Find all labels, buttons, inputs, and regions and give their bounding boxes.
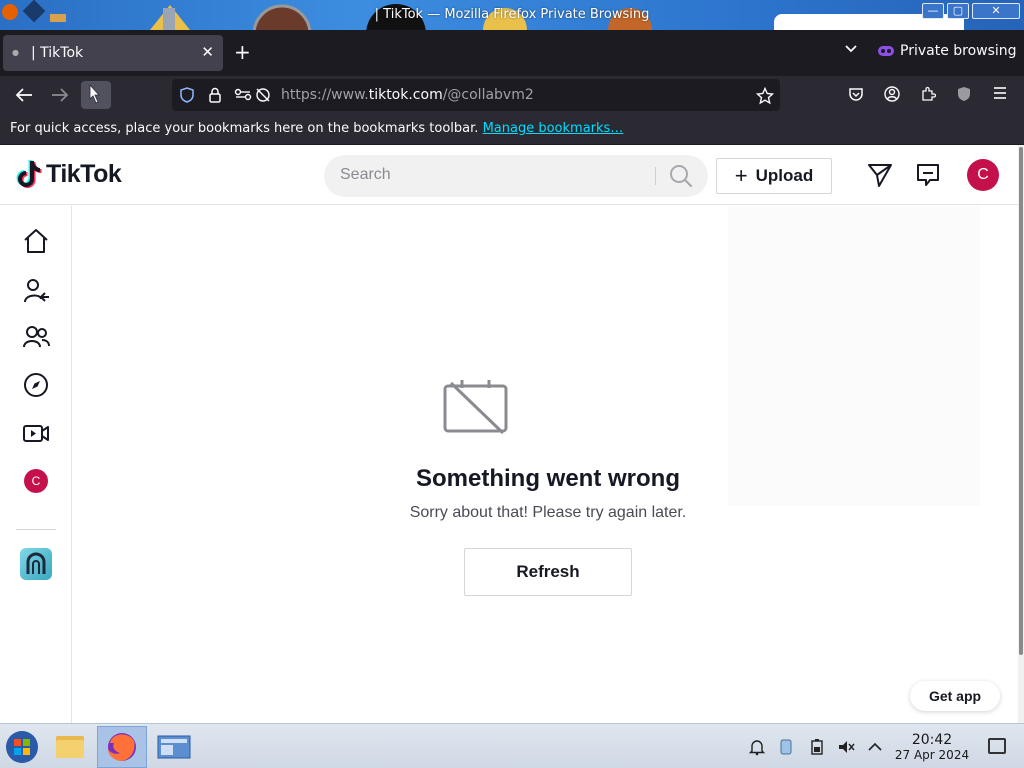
clock-date: 27 Apr 2024 xyxy=(894,748,970,762)
search-icon[interactable] xyxy=(668,163,694,189)
home-icon[interactable] xyxy=(22,227,50,255)
error-title: Something went wrong xyxy=(416,465,680,492)
url-bar[interactable]: https://www.tiktok.com/@collabvm2 xyxy=(172,79,780,111)
bookmarks-toolbar: For quick access, place your bookmarks h… xyxy=(0,114,1024,144)
error-subtitle: Sorry about that! Please try again later… xyxy=(409,504,687,521)
search-box xyxy=(324,155,708,197)
friends-icon[interactable] xyxy=(22,323,50,351)
upload-label: Upload xyxy=(755,166,814,185)
tab-favicon-icon: ● xyxy=(12,48,19,57)
ublock-icon[interactable] xyxy=(956,86,972,102)
chevron-up-icon[interactable] xyxy=(866,738,884,756)
bookmarks-hint: For quick access, place your bookmarks h… xyxy=(10,121,479,136)
chevron-down-icon[interactable] xyxy=(844,44,858,54)
close-icon[interactable]: ✕ xyxy=(201,43,214,61)
private-mask-icon xyxy=(878,46,894,56)
shield-icon[interactable] xyxy=(180,87,194,103)
inbox-icon[interactable] xyxy=(914,161,942,189)
tiktok-note-icon xyxy=(16,160,42,188)
plus-icon: + xyxy=(734,163,748,188)
arch-icon xyxy=(26,552,46,574)
video-camera-icon[interactable] xyxy=(22,419,50,447)
window-minimize-button[interactable]: — xyxy=(922,3,944,19)
url-host: tiktok.com xyxy=(368,87,443,103)
system-clock[interactable]: 20:42 27 Apr 2024 xyxy=(890,732,974,762)
extensions-icon[interactable] xyxy=(920,86,936,102)
forward-arrow-icon[interactable] xyxy=(48,84,72,106)
tiktok-header: TikTok + Upload C xyxy=(0,145,1018,205)
clipboard-tray-icon[interactable] xyxy=(777,738,795,756)
account-icon[interactable] xyxy=(884,86,900,102)
background-panel xyxy=(728,206,980,506)
new-tab-button[interactable]: + xyxy=(234,42,251,62)
firefox-taskbar-button[interactable] xyxy=(97,726,147,768)
live-studio-icon[interactable] xyxy=(20,548,52,580)
send-message-icon[interactable] xyxy=(866,161,894,189)
url-text[interactable]: https://www.tiktok.com/@collabvm2 xyxy=(281,87,534,103)
file-manager-icon[interactable] xyxy=(46,726,94,768)
window-maximize-button[interactable]: ▢ xyxy=(947,3,969,19)
tiktok-logo-text: TikTok xyxy=(46,159,122,188)
notification-bell-icon[interactable] xyxy=(748,738,766,756)
private-browsing-label: Private browsing xyxy=(900,43,1017,59)
control-panel-icon[interactable] xyxy=(150,726,198,768)
pocket-icon[interactable] xyxy=(848,86,864,102)
tab-strip: ● | TikTok ✕ + Private browsing xyxy=(0,30,1024,76)
navigation-toolbar: https://www.tiktok.com/@collabvm2 xyxy=(0,76,1024,114)
permissions-icon[interactable] xyxy=(234,87,252,101)
back-arrow-icon[interactable] xyxy=(12,84,36,106)
tiktok-logo[interactable]: TikTok xyxy=(16,159,122,189)
reload-icon xyxy=(89,83,100,104)
os-title-bar: | TikTok — Mozilla Firefox Private Brows… xyxy=(0,0,1024,30)
sidebar-profile-avatar[interactable]: C xyxy=(24,469,48,493)
tab-label: | TikTok xyxy=(31,45,84,61)
battery-icon[interactable] xyxy=(808,738,826,756)
os-taskbar: 20:42 27 Apr 2024 xyxy=(0,723,1024,768)
menu-hamburger-icon[interactable] xyxy=(992,86,1008,100)
web-page: TikTok + Upload C xyxy=(0,145,1018,723)
sidebar-divider xyxy=(16,529,56,530)
profile-avatar[interactable]: C xyxy=(967,159,999,191)
manage-bookmarks-link[interactable]: Manage bookmarks… xyxy=(483,121,624,136)
window-close-button[interactable]: ✕ xyxy=(972,3,1020,19)
show-desktop-icon[interactable] xyxy=(988,738,1006,754)
search-divider xyxy=(655,167,656,185)
compass-icon[interactable] xyxy=(22,371,50,399)
firefox-icon xyxy=(108,733,136,761)
lock-icon[interactable] xyxy=(208,87,222,103)
broken-media-icon xyxy=(443,380,508,435)
private-browsing-indicator: Private browsing xyxy=(878,43,1017,59)
upload-button[interactable]: + Upload xyxy=(716,158,832,194)
start-menu-icon[interactable] xyxy=(0,726,48,768)
url-prefix: https://www. xyxy=(281,87,369,103)
reload-button[interactable] xyxy=(81,81,111,109)
volume-muted-icon[interactable] xyxy=(837,738,855,756)
get-app-button[interactable]: Get app xyxy=(910,681,1000,711)
clock-time: 20:42 xyxy=(911,732,953,748)
url-path: /@collabvm2 xyxy=(442,87,534,103)
window-title: | TikTok — Mozilla Firefox Private Brows… xyxy=(374,7,650,22)
refresh-button[interactable]: Refresh xyxy=(464,548,632,596)
bookmark-star-icon[interactable] xyxy=(756,87,774,105)
tab-tiktok[interactable]: ● | TikTok ✕ xyxy=(3,35,223,71)
tracking-protection-icon[interactable] xyxy=(255,87,271,103)
user-follow-icon[interactable] xyxy=(22,277,50,305)
page-scrollbar[interactable] xyxy=(1018,145,1024,723)
tiktok-sidebar: C xyxy=(0,206,72,723)
search-input[interactable] xyxy=(340,166,640,184)
scrollbar-thumb[interactable] xyxy=(1019,147,1023,655)
